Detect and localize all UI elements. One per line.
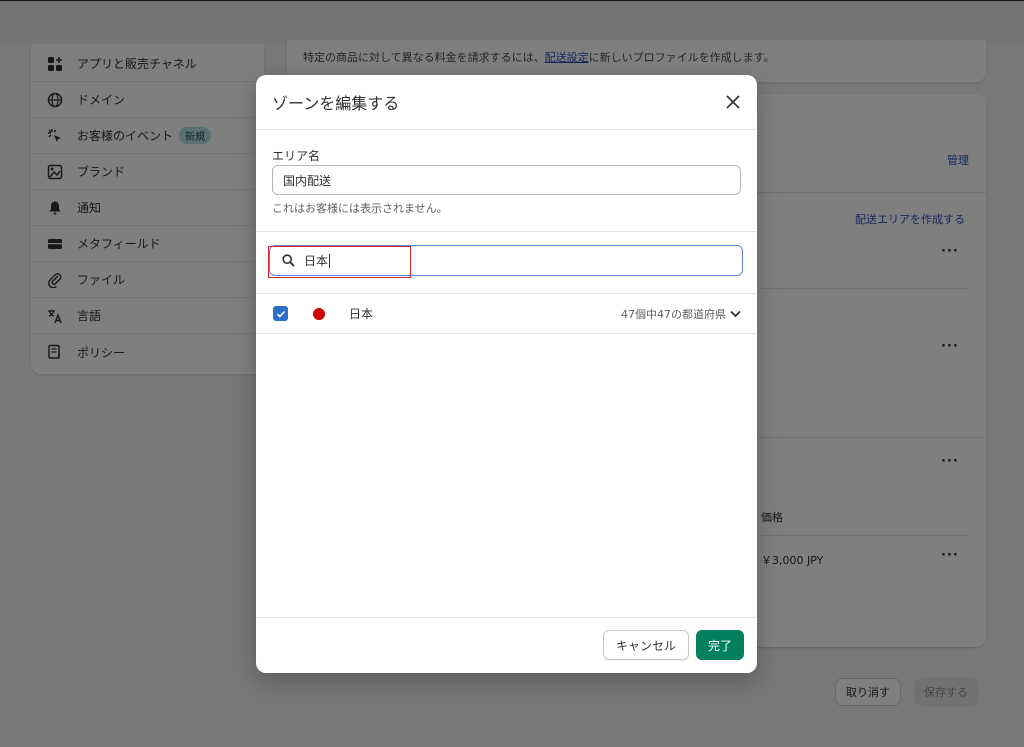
country-search-input[interactable]: 日本 (269, 245, 743, 276)
country-name: 日本 (349, 307, 374, 321)
area-name-label: エリア名 (272, 149, 321, 163)
modal-title: ゾーンを編集する (272, 94, 400, 113)
modal-header: ゾーンを編集する (256, 75, 757, 130)
chevron-down-icon[interactable] (729, 308, 741, 320)
modal-footer: キャンセル 完了 (256, 617, 757, 673)
japan-flag-icon (313, 307, 325, 320)
search-section: 日本 (256, 232, 757, 294)
country-checkbox[interactable] (273, 306, 288, 321)
area-name-input[interactable]: 国内配送 (272, 165, 741, 195)
country-row[interactable]: 日本 47個中47の都道府県 (256, 294, 757, 334)
text-cursor (329, 253, 331, 268)
area-name-help: これはお客様には表示されません。 (272, 202, 448, 215)
cancel-button[interactable]: キャンセル (602, 630, 689, 660)
close-icon[interactable] (723, 92, 743, 112)
done-button[interactable]: 完了 (695, 630, 744, 660)
edit-zone-modal: ゾーンを編集する エリア名 国内配送 これはお客様には表示されません。 日本 日… (256, 75, 757, 673)
search-icon (282, 254, 296, 268)
area-name-section: エリア名 国内配送 これはお客様には表示されません。 (256, 130, 757, 232)
search-value: 日本 (304, 254, 329, 268)
prefecture-count[interactable]: 47個中47の都道府県 (621, 306, 726, 322)
